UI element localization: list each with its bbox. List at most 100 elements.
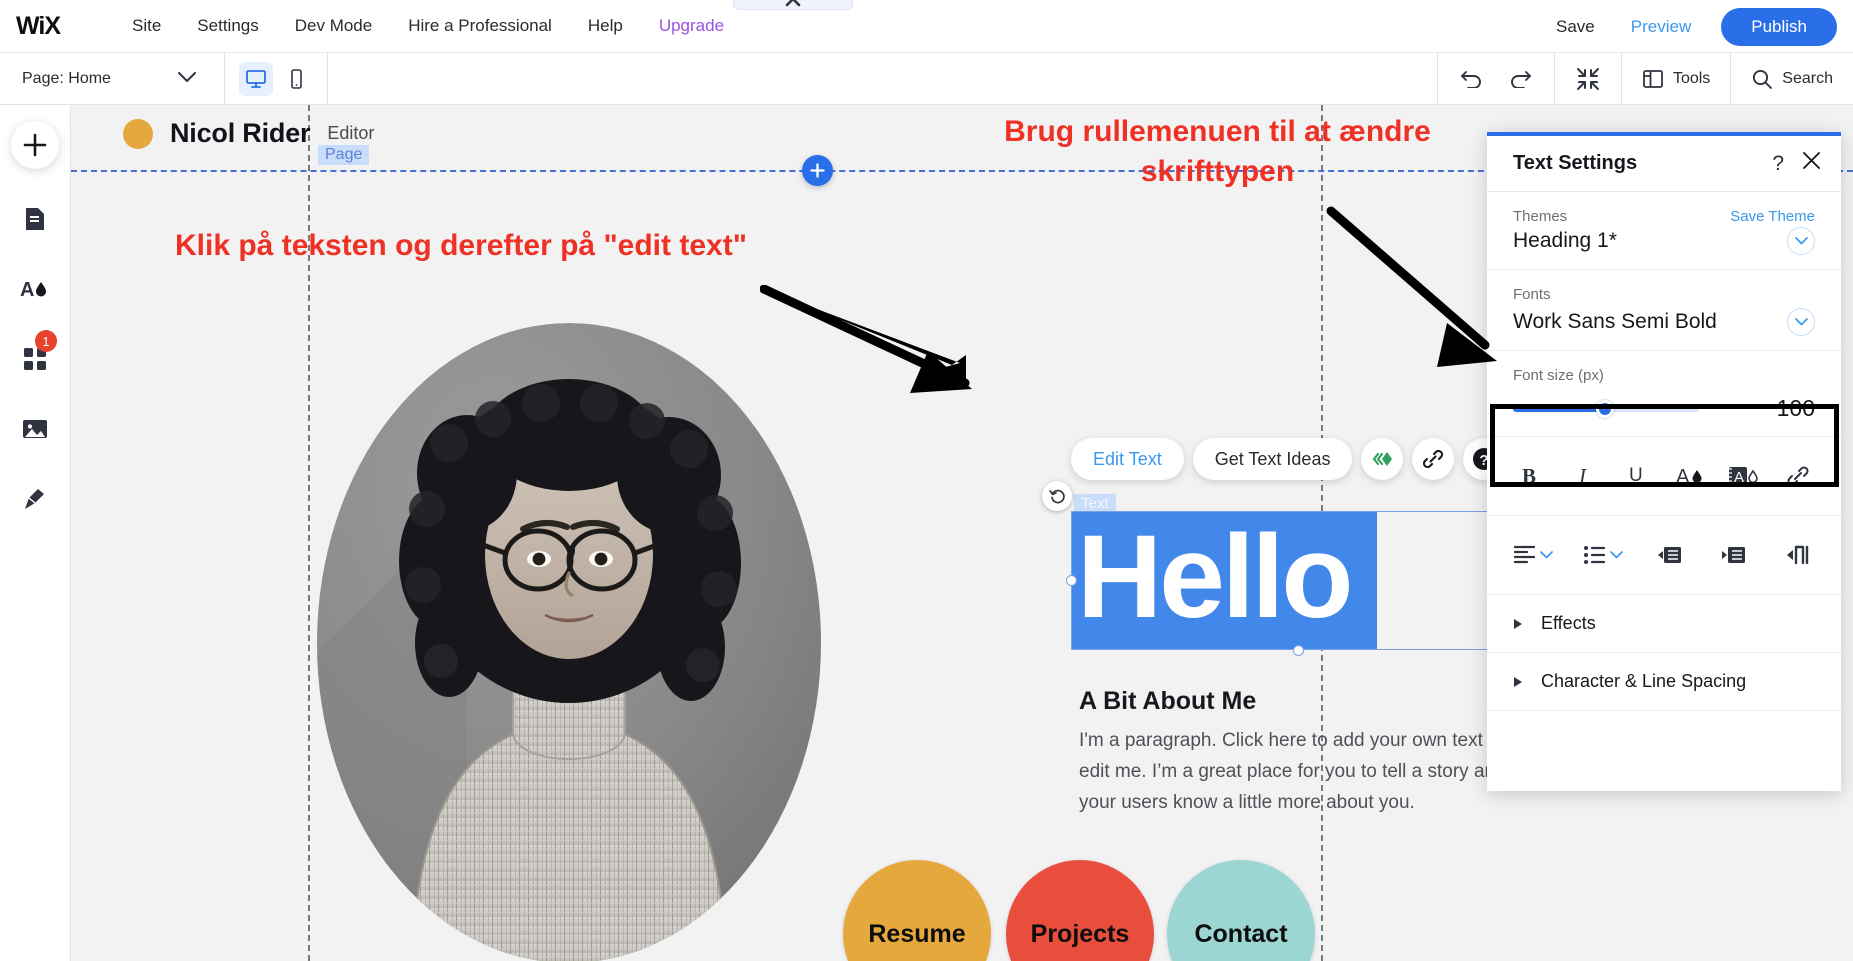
menu-item-site[interactable]: Site <box>114 10 179 42</box>
circle-button-projects[interactable]: Projects <box>1006 860 1154 961</box>
sidebar-item-theme[interactable]: A <box>13 269 57 309</box>
text-highlight-button[interactable]: A <box>1727 459 1761 493</box>
sidebar-item-apps[interactable]: 1 <box>13 339 57 379</box>
page-section-tag: Page <box>318 145 369 165</box>
font-size-slider[interactable] <box>1513 406 1699 412</box>
tools-panel-icon <box>1642 68 1664 90</box>
chevron-up-icon <box>785 0 801 7</box>
panel-header: Text Settings ? <box>1487 136 1841 192</box>
chevron-down-icon <box>178 70 196 88</box>
resize-handle-bottom[interactable] <box>1293 645 1304 656</box>
save-button[interactable]: Save <box>1538 11 1613 43</box>
link-icon <box>1786 464 1810 488</box>
canvas-guide-left <box>308 105 310 961</box>
preview-button[interactable]: Preview <box>1613 11 1709 43</box>
indent-icon <box>1721 544 1747 566</box>
text-align-button[interactable] <box>1513 544 1553 566</box>
avatar <box>123 119 153 149</box>
bullet-list-button[interactable] <box>1583 544 1623 566</box>
font-size-label: Font size (px) <box>1513 367 1815 384</box>
underline-button[interactable]: U <box>1620 459 1654 493</box>
slider-thumb[interactable] <box>1596 400 1614 418</box>
search-button[interactable]: Search <box>1730 53 1853 105</box>
fonts-label: Fonts <box>1513 286 1815 303</box>
chevron-down-icon <box>1795 318 1808 326</box>
about-paragraph[interactable]: I'm a paragraph. Click here to add your … <box>1079 725 1551 818</box>
circle-button-resume[interactable]: Resume <box>843 860 991 961</box>
mobile-icon <box>285 68 307 90</box>
sidebar-item-media[interactable] <box>13 409 57 449</box>
about-heading[interactable]: A Bit About Me <box>1079 687 1256 716</box>
menu-item-hire-a-professional[interactable]: Hire a Professional <box>390 10 570 42</box>
desktop-icon <box>245 68 267 90</box>
menu-item-settings[interactable]: Settings <box>179 10 276 42</box>
pen-icon <box>22 486 48 512</box>
chevron-down-icon <box>1795 237 1808 245</box>
font-size-value[interactable]: 100 <box>1699 395 1815 422</box>
search-label: Search <box>1782 70 1833 88</box>
plus-icon <box>810 163 825 178</box>
theme-value: Heading 1* <box>1513 229 1787 253</box>
chevron-down-icon <box>1540 551 1553 559</box>
text-direction-button[interactable] <box>1781 538 1815 572</box>
undo-redo-group <box>1437 53 1554 105</box>
circle-button-label: Projects <box>1031 920 1130 949</box>
close-icon[interactable] <box>1802 151 1821 176</box>
add-link-button[interactable] <box>1781 459 1815 493</box>
undo-button[interactable] <box>1460 66 1486 93</box>
spacing-label: Character & Line Spacing <box>1541 671 1746 692</box>
font-value: Work Sans Semi Bold <box>1513 310 1787 334</box>
undo-rotate-handle[interactable] <box>1042 481 1072 511</box>
svg-text:I: I <box>1578 464 1587 488</box>
undo-icon <box>1460 66 1486 88</box>
theme-dropdown-button[interactable] <box>1787 227 1815 255</box>
help-icon[interactable]: ? <box>1772 152 1784 176</box>
save-theme-link[interactable]: Save Theme <box>1730 208 1815 225</box>
publish-button[interactable]: Publish <box>1721 8 1837 46</box>
circle-button-contact[interactable]: Contact <box>1167 860 1315 961</box>
top-menu-items: Site Settings Dev Mode Hire a Profession… <box>114 10 742 42</box>
spacing-accordion[interactable]: Character & Line Spacing <box>1487 653 1841 711</box>
page-selector[interactable]: Page: Home <box>0 53 224 105</box>
text-color-button[interactable]: A <box>1674 459 1708 493</box>
toolbar-right-group: Tools Search <box>1437 53 1853 105</box>
site-subtitle: Editor <box>327 123 374 144</box>
collapse-toolbar-tab[interactable] <box>733 0 853 10</box>
menu-item-upgrade[interactable]: Upgrade <box>641 10 742 42</box>
theme-paint-icon: A <box>20 276 50 302</box>
text-highlight-icon: A <box>1728 464 1760 488</box>
resize-handle-left[interactable] <box>1066 575 1077 586</box>
get-text-ideas-button[interactable]: Get Text Ideas <box>1193 438 1353 480</box>
paragraph-format-row <box>1487 516 1841 595</box>
hero-text-element[interactable]: Hello <box>1071 511 1526 650</box>
sidebar-item-blog[interactable] <box>13 479 57 519</box>
tools-button[interactable]: Tools <box>1621 53 1730 105</box>
add-section-button[interactable] <box>802 155 833 186</box>
mobile-view-button[interactable] <box>279 62 313 96</box>
align-left-icon <box>1513 544 1537 566</box>
bold-button[interactable]: B <box>1513 459 1547 493</box>
wix-logo-icon[interactable]: WiX <box>14 11 80 41</box>
desktop-view-button[interactable] <box>239 62 273 96</box>
redo-button[interactable] <box>1506 66 1532 93</box>
add-element-button[interactable] <box>11 121 59 169</box>
italic-button[interactable]: I <box>1567 459 1601 493</box>
rtl-direction-icon <box>1786 544 1810 566</box>
animation-button[interactable] <box>1361 438 1403 480</box>
collapse-arrows-icon <box>1575 66 1601 92</box>
menu-item-dev-mode[interactable]: Dev Mode <box>277 10 390 42</box>
link-button[interactable] <box>1412 438 1454 480</box>
decrease-indent-button[interactable] <box>1653 538 1687 572</box>
sidebar-item-pages[interactable] <box>13 199 57 239</box>
site-title: Nicol Rider <box>170 118 310 149</box>
text-color-icon: A <box>1676 464 1706 488</box>
triangle-right-icon <box>1513 618 1523 630</box>
font-dropdown-button[interactable] <box>1787 308 1815 336</box>
themes-section: Themes Save Theme Heading 1* <box>1487 192 1841 270</box>
effects-accordion[interactable]: Effects <box>1487 595 1841 653</box>
edit-text-button[interactable]: Edit Text <box>1071 438 1184 480</box>
menu-item-help[interactable]: Help <box>570 10 641 42</box>
zoom-out-button[interactable] <box>1554 53 1621 105</box>
profile-photo[interactable] <box>317 323 822 961</box>
increase-indent-button[interactable] <box>1717 538 1751 572</box>
